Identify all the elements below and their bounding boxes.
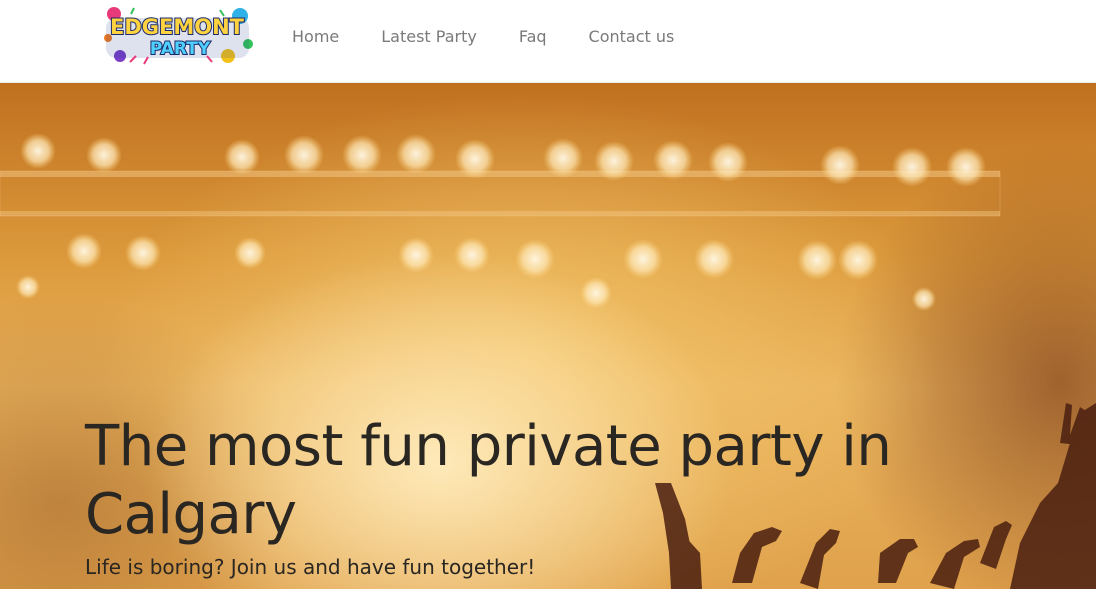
- nav-faq[interactable]: Faq: [519, 27, 547, 46]
- hero-headline: The most fun private party in Calgary: [85, 414, 892, 547]
- stage-lights: [16, 133, 986, 311]
- hero-banner: The most fun private party in Calgary Li…: [0, 83, 1096, 589]
- main-nav: Home Latest Party Faq Contact us: [292, 0, 716, 72]
- hero-subheadline: Life is boring? Join us and have fun tog…: [85, 555, 536, 579]
- nav-latest-party[interactable]: Latest Party: [381, 27, 477, 46]
- top-navbar: EDGEMONT PARTY Home Latest Party Faq Con…: [0, 0, 1096, 83]
- logo-line1: EDGEMONT: [110, 15, 245, 39]
- logo-line2: PARTY: [150, 39, 211, 59]
- site-logo[interactable]: EDGEMONT PARTY: [100, 4, 255, 68]
- nav-contact-us[interactable]: Contact us: [589, 27, 675, 46]
- nav-home[interactable]: Home: [292, 27, 339, 46]
